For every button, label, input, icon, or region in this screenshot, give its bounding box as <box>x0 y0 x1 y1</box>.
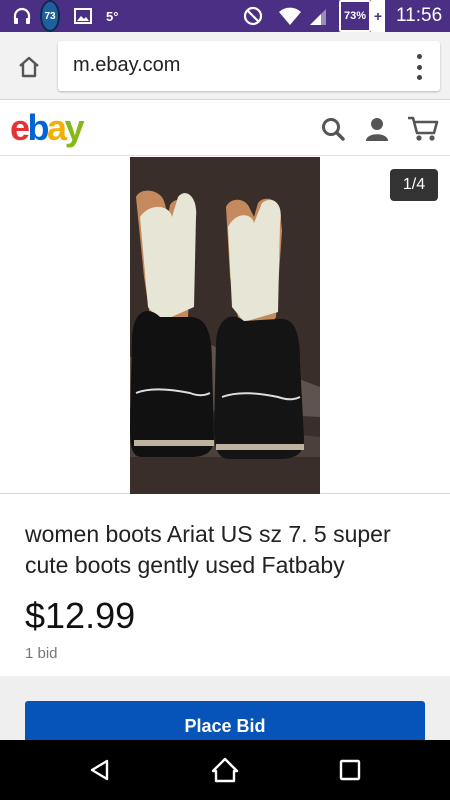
charging-icon: + <box>371 0 385 32</box>
image-pager: 1/4 <box>390 169 438 201</box>
notification-badge: 73 <box>40 0 60 32</box>
item-title: women boots Ariat US sz 7. 5 super cute … <box>25 521 391 578</box>
back-icon[interactable] <box>85 755 115 785</box>
action-area: Place Bid <box>0 676 450 747</box>
clock: 11:56 <box>396 5 443 26</box>
site-header: ebay <box>0 100 450 156</box>
home-icon[interactable] <box>14 52 44 82</box>
home-icon[interactable] <box>210 755 240 785</box>
item-price: $12.99 <box>25 595 136 636</box>
cart-icon[interactable] <box>406 114 440 144</box>
item-info: women boots Ariat US sz 7. 5 super cute … <box>0 495 450 676</box>
search-icon[interactable] <box>318 114 348 144</box>
image-gallery[interactable]: 1/4 <box>0 157 450 494</box>
headphones-icon <box>12 0 32 32</box>
status-bar: 73 5° 73% + 11:56 <box>0 0 450 32</box>
do-not-disturb-icon <box>243 0 263 32</box>
browser-toolbar: m.ebay.com <box>0 32 450 100</box>
url-text: m.ebay.com <box>73 54 181 76</box>
ebay-logo[interactable]: ebay <box>10 106 85 150</box>
account-icon[interactable] <box>362 114 392 144</box>
bid-count: 1 bid <box>25 645 58 662</box>
system-nav-bar <box>0 740 450 800</box>
address-bar[interactable]: m.ebay.com <box>58 41 440 91</box>
temperature: 5° <box>106 8 119 24</box>
recents-icon[interactable] <box>335 755 365 785</box>
wifi-icon <box>278 0 302 32</box>
boots-photo[interactable] <box>130 157 320 494</box>
battery-icon: 73% <box>339 0 371 32</box>
more-vert-icon[interactable] <box>414 54 424 80</box>
signal-icon <box>308 0 328 32</box>
image-icon <box>74 0 92 32</box>
